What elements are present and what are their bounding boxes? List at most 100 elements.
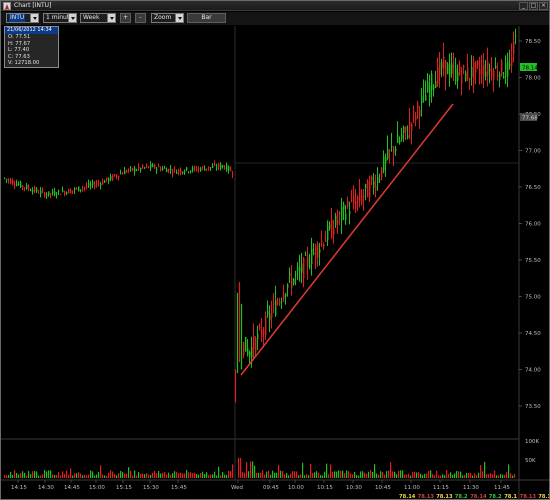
volume-bar <box>260 472 262 478</box>
maximize-button[interactable]: □ <box>529 2 538 10</box>
zoom-in-button[interactable]: + <box>120 13 131 23</box>
candle-body <box>287 284 289 289</box>
volume-bar <box>450 472 452 478</box>
candle-body <box>331 219 333 238</box>
candle-body <box>459 65 461 75</box>
title-bar[interactable]: Chart [INTU] _ □ × <box>1 1 549 11</box>
candle-body <box>76 188 78 189</box>
volume-bar <box>196 474 198 478</box>
minimize-button[interactable]: _ <box>519 2 528 10</box>
candle-body <box>339 212 341 215</box>
candle-body <box>98 183 100 185</box>
volume-bar <box>74 473 76 478</box>
chevron-down-icon[interactable] <box>175 14 183 22</box>
zoom-out-button[interactable]: - <box>135 13 146 23</box>
candle-body <box>425 94 427 101</box>
candle-body <box>319 248 321 253</box>
candle-body <box>180 169 182 173</box>
quote-tick: 78.2 <box>455 494 468 500</box>
candle-body <box>128 169 130 171</box>
volume-bar <box>448 473 450 478</box>
volume-bar <box>224 474 226 478</box>
candle-body <box>371 176 373 181</box>
volume-bar <box>458 471 460 478</box>
candle-body <box>140 167 142 170</box>
volume-bar <box>494 470 496 478</box>
volume-bar <box>508 464 510 478</box>
volume-bar <box>402 470 404 478</box>
quote-tick: 78.12 <box>538 494 549 500</box>
candle-body <box>66 192 68 194</box>
quote-tick: 78.14 <box>399 494 416 500</box>
volume-bar <box>28 471 30 478</box>
volume-bar <box>438 475 440 478</box>
volume-bar <box>40 475 42 478</box>
symbol-select[interactable]: INTU <box>6 13 39 23</box>
symbol-value: INTU <box>9 14 26 22</box>
volume-bar <box>80 473 82 478</box>
volume-bar <box>250 461 252 478</box>
bar-style-button[interactable]: Bar <box>187 13 226 23</box>
volume-bar <box>208 475 210 478</box>
price-axis-label: 77.00 <box>525 149 541 155</box>
candle-body <box>467 67 469 80</box>
volume-bar <box>362 471 364 478</box>
candle-body <box>88 183 90 187</box>
candle-body <box>263 331 265 335</box>
volume-bar <box>54 474 56 478</box>
candle-body <box>44 193 46 197</box>
volume-bar <box>280 470 282 478</box>
volume-bar <box>414 471 416 478</box>
chevron-down-icon[interactable] <box>107 14 115 22</box>
chart-canvas[interactable]: 78.5078.0077.5077.0076.5076.0075.5075.00… <box>1 26 550 500</box>
volume-bar <box>426 473 428 478</box>
volume-bar <box>406 474 408 478</box>
candle-body <box>106 177 108 181</box>
volume-bar <box>480 465 482 478</box>
volume-bar <box>32 471 34 478</box>
candle-body <box>411 123 413 132</box>
candle-body <box>92 182 94 185</box>
candle-body <box>497 74 499 77</box>
volume-bar <box>344 473 346 478</box>
zoom-select[interactable]: Zoom <box>151 13 184 23</box>
quote-tick: 78.2 <box>489 494 502 500</box>
volume-bar <box>52 474 54 478</box>
volume-bar <box>466 472 468 478</box>
candle-body <box>176 172 178 174</box>
volume-bar <box>50 470 52 478</box>
volume-bar <box>372 471 374 478</box>
volume-bar <box>316 471 318 478</box>
volume-bar <box>252 461 254 478</box>
candle-body <box>166 169 168 173</box>
volume-bar <box>346 470 348 478</box>
candle-body <box>188 171 190 173</box>
volume-bar <box>186 470 188 478</box>
chevron-down-icon[interactable] <box>30 14 38 22</box>
candle-body <box>184 171 186 173</box>
time-axis-label: 14:45 <box>64 485 80 491</box>
volume-bar <box>112 471 114 478</box>
volume-bar <box>246 462 248 478</box>
volume-bar <box>300 474 302 478</box>
volume-bar <box>504 474 506 478</box>
trendline[interactable] <box>240 103 454 376</box>
quote-tick: 78.14 <box>470 494 487 500</box>
volume-bar <box>278 465 280 478</box>
volume-bar <box>20 472 22 478</box>
candle-body <box>273 302 275 305</box>
volume-bar <box>34 471 36 478</box>
candle-body <box>50 193 52 195</box>
candle-body <box>337 220 339 223</box>
volume-bar <box>336 471 338 478</box>
candle-body <box>435 81 437 88</box>
range-select[interactable]: Week <box>80 13 116 23</box>
close-button[interactable]: × <box>539 2 548 10</box>
volume-bar <box>342 470 344 478</box>
chevron-down-icon[interactable] <box>68 14 76 22</box>
quote-tick: 78.13 <box>418 494 435 500</box>
candle-body <box>481 66 483 75</box>
price-chart[interactable]: 78.5078.0077.5077.0076.5076.0075.5075.00… <box>1 26 550 500</box>
interval-select[interactable]: 1 minute <box>43 13 77 23</box>
candle-body <box>208 166 210 169</box>
